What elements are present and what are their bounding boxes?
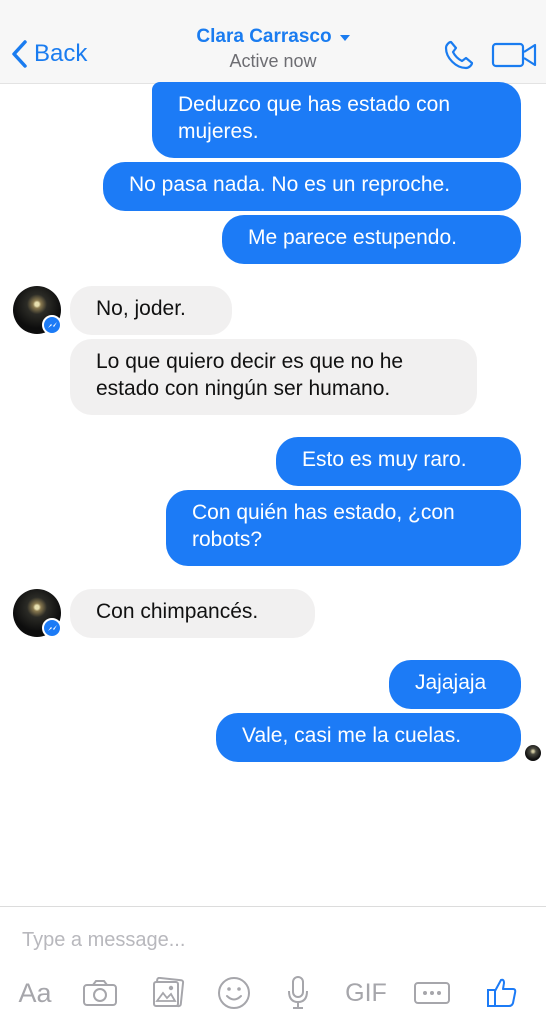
seen-avatar-indicator (525, 745, 541, 761)
messenger-badge-icon (42, 315, 62, 335)
camera-icon (83, 980, 117, 1006)
gif-button[interactable]: GIF (338, 971, 394, 1015)
message-outgoing[interactable]: No pasa nada. No es un reproche. (103, 162, 521, 211)
message-incoming[interactable]: Con chimpancés. (70, 589, 315, 638)
contact-name: Clara Carrasco (196, 26, 332, 47)
message-input[interactable] (22, 925, 502, 955)
photos-icon (153, 977, 185, 1008)
contact-name-button[interactable]: Clara Carrasco (196, 26, 350, 48)
text-format-button[interactable]: Aa (12, 971, 58, 1015)
photos-button[interactable] (146, 971, 190, 1015)
message-outgoing[interactable]: Me parece estupendo. (222, 215, 521, 264)
emoji-button[interactable] (212, 971, 256, 1015)
phone-icon[interactable] (442, 38, 476, 72)
more-button[interactable] (410, 971, 454, 1015)
message-outgoing[interactable]: Jajajaja (389, 660, 521, 709)
messenger-badge-icon (42, 618, 62, 638)
more-icon (414, 982, 450, 1004)
message-outgoing[interactable]: Deduzco que has estado con mujeres. (152, 82, 521, 158)
message-outgoing[interactable]: Con quién has estado, ¿con robots? (166, 490, 521, 566)
microphone-icon (288, 976, 308, 1009)
conversation-header: Back Clara Carrasco Active now (0, 0, 546, 84)
composer: Aa GIF (0, 906, 546, 1024)
caret-down-icon (339, 35, 350, 41)
message-outgoing[interactable]: Vale, casi me la cuelas. (216, 713, 521, 762)
like-button[interactable] (480, 971, 524, 1015)
composer-toolbar: Aa GIF (0, 971, 546, 1015)
message-outgoing[interactable]: Esto es muy raro. (276, 437, 521, 486)
video-camera-icon[interactable] (490, 40, 538, 70)
emoji-icon (218, 977, 250, 1009)
camera-button[interactable] (78, 971, 122, 1015)
message-incoming[interactable]: No, joder. (70, 286, 232, 335)
message-incoming[interactable]: Lo que quiero decir es que no he estado … (70, 339, 477, 415)
thumbs-up-icon (487, 978, 517, 1007)
microphone-button[interactable] (276, 971, 320, 1015)
